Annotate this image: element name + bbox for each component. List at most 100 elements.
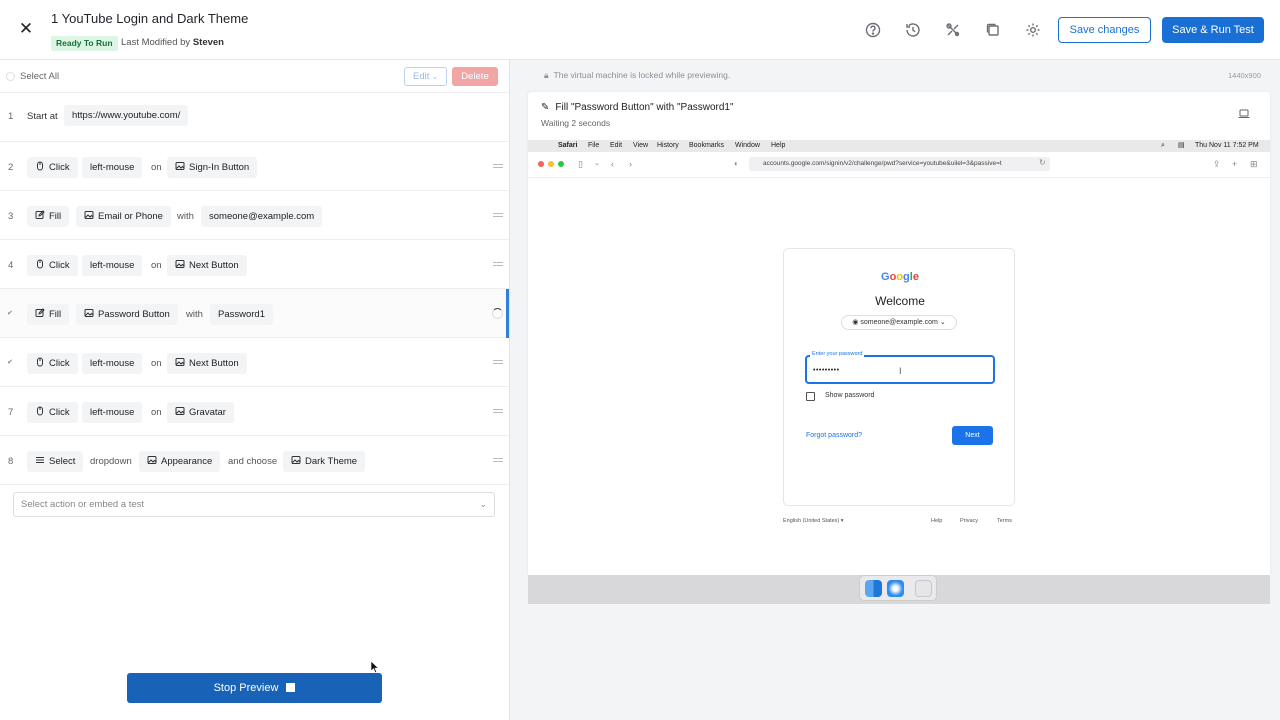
- window-close-button[interactable]: [538, 161, 544, 167]
- step-arg-chip[interactable]: left-mouse: [82, 255, 143, 276]
- step-target-chip[interactable]: Next Button: [167, 255, 247, 276]
- loading-spinner-icon: [492, 308, 503, 319]
- step-row[interactable]: 4 Click left-mouse on Next Button: [0, 240, 509, 289]
- add-step-select[interactable]: Select action or embed a test ⌄: [13, 492, 495, 517]
- gear-icon[interactable]: [1023, 20, 1043, 40]
- step-target-chip[interactable]: Email or Phone: [76, 206, 171, 227]
- step-target-chip[interactable]: Gravatar: [167, 402, 234, 423]
- drag-handle-icon[interactable]: [493, 213, 503, 217]
- step-arg-chip[interactable]: left-mouse: [82, 353, 143, 374]
- step-target-label: Email or Phone: [98, 211, 163, 222]
- step-target-chip[interactable]: Sign-In Button: [167, 157, 258, 178]
- save-run-test-button[interactable]: Save & Run Test: [1162, 17, 1264, 43]
- select-all-checkbox[interactable]: [6, 72, 15, 81]
- share-icon[interactable]: ⇪: [1213, 159, 1221, 170]
- language-label: English (United States): [783, 518, 840, 524]
- step-action-label: Select: [49, 456, 76, 467]
- step-row[interactable]: 3 Fill Email or Phone with someone@examp…: [0, 191, 509, 240]
- mouse-icon: [35, 259, 45, 269]
- step-row[interactable]: 2 Click left-mouse on Sign-In Button: [0, 142, 509, 191]
- show-password-checkbox[interactable]: [806, 392, 815, 401]
- step-value-chip[interactable]: Password1: [210, 304, 273, 325]
- footer-help-link[interactable]: Help: [931, 518, 942, 524]
- select-all-label[interactable]: Select All: [20, 71, 59, 82]
- footer-privacy-link[interactable]: Privacy: [960, 518, 978, 524]
- step-url-chip[interactable]: https://www.youtube.com/: [64, 105, 189, 126]
- steps-toolbar: Select All Edit ⌄ Delete: [0, 60, 509, 93]
- step-row[interactable]: ✔ Click left-mouse on Next Button: [0, 338, 509, 387]
- copy-icon[interactable]: [983, 20, 1003, 40]
- drag-handle-icon[interactable]: [493, 360, 503, 364]
- image-icon: [175, 357, 185, 367]
- edit-button[interactable]: Edit ⌄: [404, 67, 447, 86]
- preview-panel: 🔒︎ The virtual machine is locked while pr…: [509, 60, 1280, 720]
- window-minimize-button[interactable]: [548, 161, 554, 167]
- step-action-label: Click: [49, 162, 70, 173]
- lock-message: 🔒︎ The virtual machine is locked while pr…: [544, 70, 730, 81]
- google-signin-card: Google Welcome ◉ someone@example.com ⌄ E…: [783, 248, 1015, 506]
- laptop-icon[interactable]: [1238, 109, 1250, 119]
- chevron-down-icon: ⌄: [432, 74, 438, 81]
- step-arg-chip[interactable]: left-mouse: [82, 157, 143, 178]
- step-row[interactable]: 7 Click left-mouse on Gravatar: [0, 387, 509, 436]
- step-row[interactable]: 1 Start at https://www.youtube.com/: [0, 93, 509, 142]
- help-icon[interactable]: [863, 20, 883, 40]
- step-action-chip[interactable]: Click: [27, 353, 78, 374]
- step-number: 7: [8, 407, 14, 418]
- step-value-chip[interactable]: someone@example.com: [201, 206, 323, 227]
- step-connector: on: [151, 407, 162, 418]
- drag-handle-icon[interactable]: [493, 262, 503, 266]
- step-connector: and choose: [228, 456, 278, 467]
- chevron-down-icon: ⌄: [479, 499, 487, 509]
- step-connector: with: [177, 211, 194, 222]
- step-action-chip[interactable]: Fill: [27, 206, 70, 227]
- address-bar[interactable]: accounts.google.com/signin/v2/challenge/…: [749, 157, 1050, 171]
- drag-handle-icon[interactable]: [493, 164, 503, 168]
- footer-terms-link[interactable]: Terms: [997, 518, 1012, 524]
- step-target-label: Next Button: [189, 358, 239, 369]
- account-email: someone@example.com: [860, 319, 938, 326]
- close-icon[interactable]: ✕: [18, 20, 34, 38]
- step-number: 3: [8, 211, 14, 222]
- drag-handle-icon[interactable]: [493, 409, 503, 413]
- tools-icon[interactable]: [943, 20, 963, 40]
- language-select[interactable]: English (United States) ▾: [783, 518, 844, 524]
- window-zoom-button[interactable]: [558, 161, 564, 167]
- step-value-chip[interactable]: Dark Theme: [283, 451, 366, 472]
- step-row-active[interactable]: ✔ Fill Password Button with Password1: [0, 289, 509, 338]
- forward-icon[interactable]: ›: [629, 159, 632, 169]
- forgot-password-link[interactable]: Forgot password?: [806, 432, 862, 439]
- image-icon: [175, 259, 185, 269]
- trash-icon[interactable]: [915, 580, 932, 597]
- step-arg-chip[interactable]: left-mouse: [82, 402, 143, 423]
- finder-icon[interactable]: [865, 580, 882, 597]
- step-arg: dropdown: [90, 456, 132, 467]
- step-action-chip[interactable]: Fill: [27, 304, 70, 325]
- account-chip[interactable]: ◉ someone@example.com ⌄: [841, 315, 957, 330]
- drag-handle-icon[interactable]: [493, 458, 503, 462]
- next-button[interactable]: Next: [952, 426, 993, 445]
- step-row[interactable]: 8 Select dropdown Appearance and choose …: [0, 436, 509, 485]
- delete-button[interactable]: Delete: [452, 67, 498, 86]
- step-connector: on: [151, 358, 162, 369]
- safari-icon[interactable]: [887, 580, 904, 597]
- reload-icon[interactable]: ↻: [1039, 158, 1046, 167]
- back-icon[interactable]: ‹: [611, 159, 614, 169]
- step-target-chip[interactable]: Password Button: [76, 304, 178, 325]
- new-tab-icon[interactable]: +: [1232, 159, 1237, 169]
- step-target-chip[interactable]: Appearance: [139, 451, 221, 472]
- add-step-placeholder: Select action or embed a test: [21, 499, 145, 510]
- step-action-chip[interactable]: Click: [27, 157, 78, 178]
- step-action-chip[interactable]: Click: [27, 255, 78, 276]
- sidebar-icon[interactable]: ▯: [578, 159, 583, 170]
- step-action-chip[interactable]: Click: [27, 402, 78, 423]
- step-action-chip[interactable]: Select: [27, 451, 84, 472]
- tab-overview-icon[interactable]: ⊞: [1250, 159, 1258, 170]
- stop-preview-button[interactable]: Stop Preview: [127, 673, 382, 703]
- show-password-label[interactable]: Show password: [825, 392, 874, 399]
- step-target-chip[interactable]: Next Button: [167, 353, 247, 374]
- save-changes-button[interactable]: Save changes: [1058, 17, 1151, 43]
- history-icon[interactable]: [903, 20, 923, 40]
- image-icon: [84, 308, 94, 318]
- chevron-down-icon[interactable]: ⌄: [594, 159, 600, 167]
